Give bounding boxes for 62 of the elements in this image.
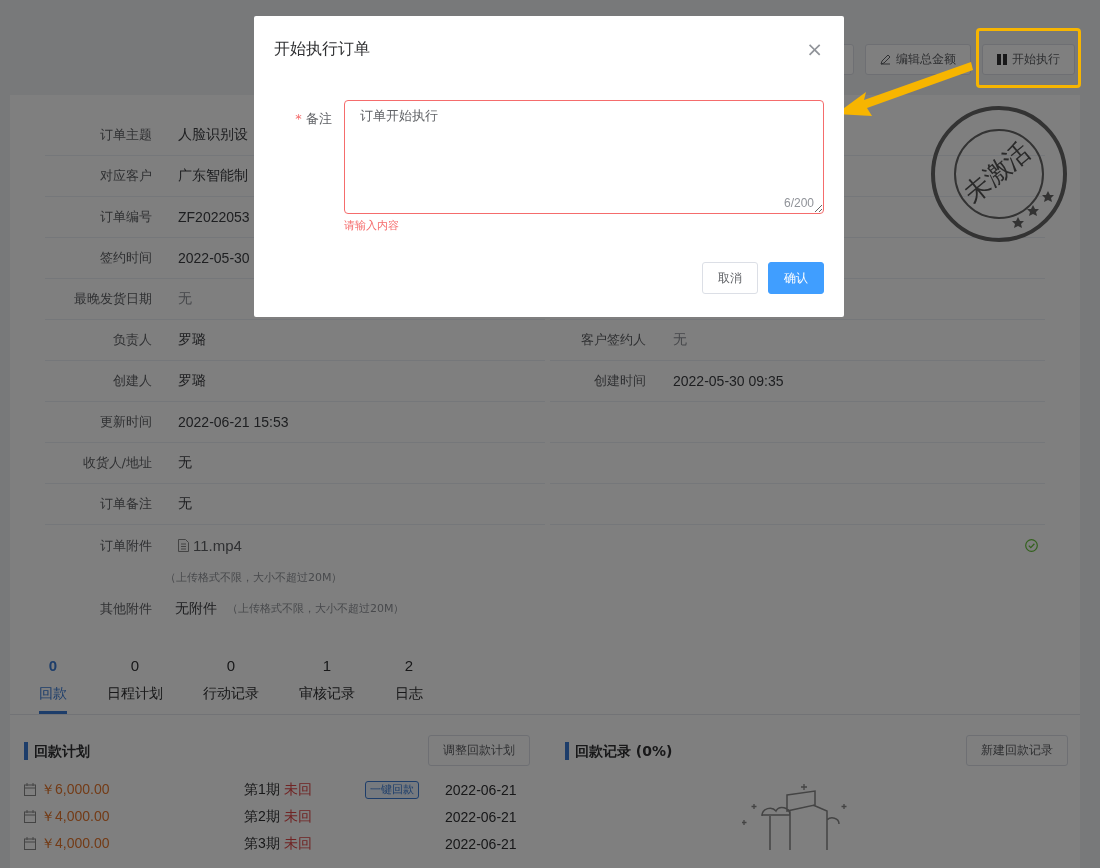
field-label: 创建人 [112, 372, 152, 390]
due-date: 2022-06-21 [445, 808, 518, 825]
due-date: 2022-06-21 [445, 835, 518, 852]
tab[interactable]: 0 回款 [39, 657, 67, 714]
edit-amount-button[interactable]: 编辑总金额 [865, 44, 971, 75]
file-name[interactable]: 11.mp4 [193, 537, 242, 554]
field-label: 其他附件 [99, 599, 152, 618]
field-label: 收货人/地址 [81, 454, 152, 472]
field-value: 无 [178, 495, 192, 513]
new-record-button[interactable]: 新建回款记录 [966, 735, 1068, 766]
field-label: 订单备注 [99, 495, 152, 513]
close-button[interactable]: × [806, 39, 823, 59]
field-value: 无附件 [175, 599, 217, 618]
cancel-button[interactable]: 取消 [702, 262, 758, 294]
tab[interactable]: 0 行动记录 [203, 657, 259, 714]
file-icon [178, 539, 189, 552]
field-value: 广东智能制 [178, 167, 248, 185]
field-label: 对应客户 [99, 167, 152, 185]
section-title: 回款记录 (0%) [565, 741, 673, 760]
period: 第3期 未回 [244, 834, 313, 853]
field-label: 客户签约人 [580, 331, 646, 349]
field-label: 签约时间 [99, 249, 152, 267]
calendar-icon [24, 783, 36, 796]
field-label: 订单编号 [99, 208, 152, 226]
due-date: 2022-06-21 [445, 781, 518, 798]
field-label: 最晚发货日期 [73, 290, 152, 308]
amount: ￥4,000.00 [41, 834, 110, 853]
field-value: 罗璐 [178, 331, 206, 349]
pause-icon [997, 54, 1007, 65]
field-label: 更新时间 [99, 413, 152, 431]
pen-icon [880, 54, 891, 65]
field-value: 2022-05-30 [178, 250, 250, 266]
dialog-title: 开始执行订单 [274, 38, 370, 60]
field-value: 人脸识别设 [178, 126, 248, 144]
calendar-icon [24, 837, 36, 850]
field-label: * 备注 [294, 110, 333, 128]
field-label: 负责人 [112, 331, 152, 349]
amount: ￥4,000.00 [41, 807, 110, 826]
start-button[interactable]: 开始执行 [982, 44, 1075, 75]
field-label: 创建时间 [593, 372, 646, 390]
required-mark: * [295, 111, 303, 126]
char-counter: 6/200 [783, 196, 814, 210]
field-label: 订单主题 [99, 126, 152, 144]
period: 第2期 未回 [244, 807, 313, 826]
adjust-plan-button[interactable]: 调整回款计划 [428, 735, 530, 766]
field-label: 订单附件 [99, 536, 152, 555]
error-message: 请输入内容 [344, 218, 400, 233]
field-value: ZF2022053 [178, 209, 250, 225]
field-value: 2022-06-21 15:53 [178, 414, 289, 430]
field-value: 2022-05-30 09:35 [673, 373, 784, 389]
tab[interactable]: 0 日程计划 [107, 657, 163, 714]
confirm-button[interactable]: 确认 [768, 262, 824, 294]
section-title: 回款计划 [24, 741, 90, 760]
calendar-icon [24, 810, 36, 823]
field-value: 罗璐 [178, 372, 206, 390]
quick-payment-button[interactable]: 一键回款 [365, 780, 419, 799]
tab[interactable]: 2 日志 [395, 657, 423, 714]
field-value: 无 [178, 454, 192, 472]
amount: ￥6,000.00 [41, 780, 110, 799]
stamp-text: 未激活 [956, 134, 1038, 211]
period: 第1期 未回 [244, 780, 313, 799]
tab[interactable]: 1 审核记录 [299, 657, 355, 714]
